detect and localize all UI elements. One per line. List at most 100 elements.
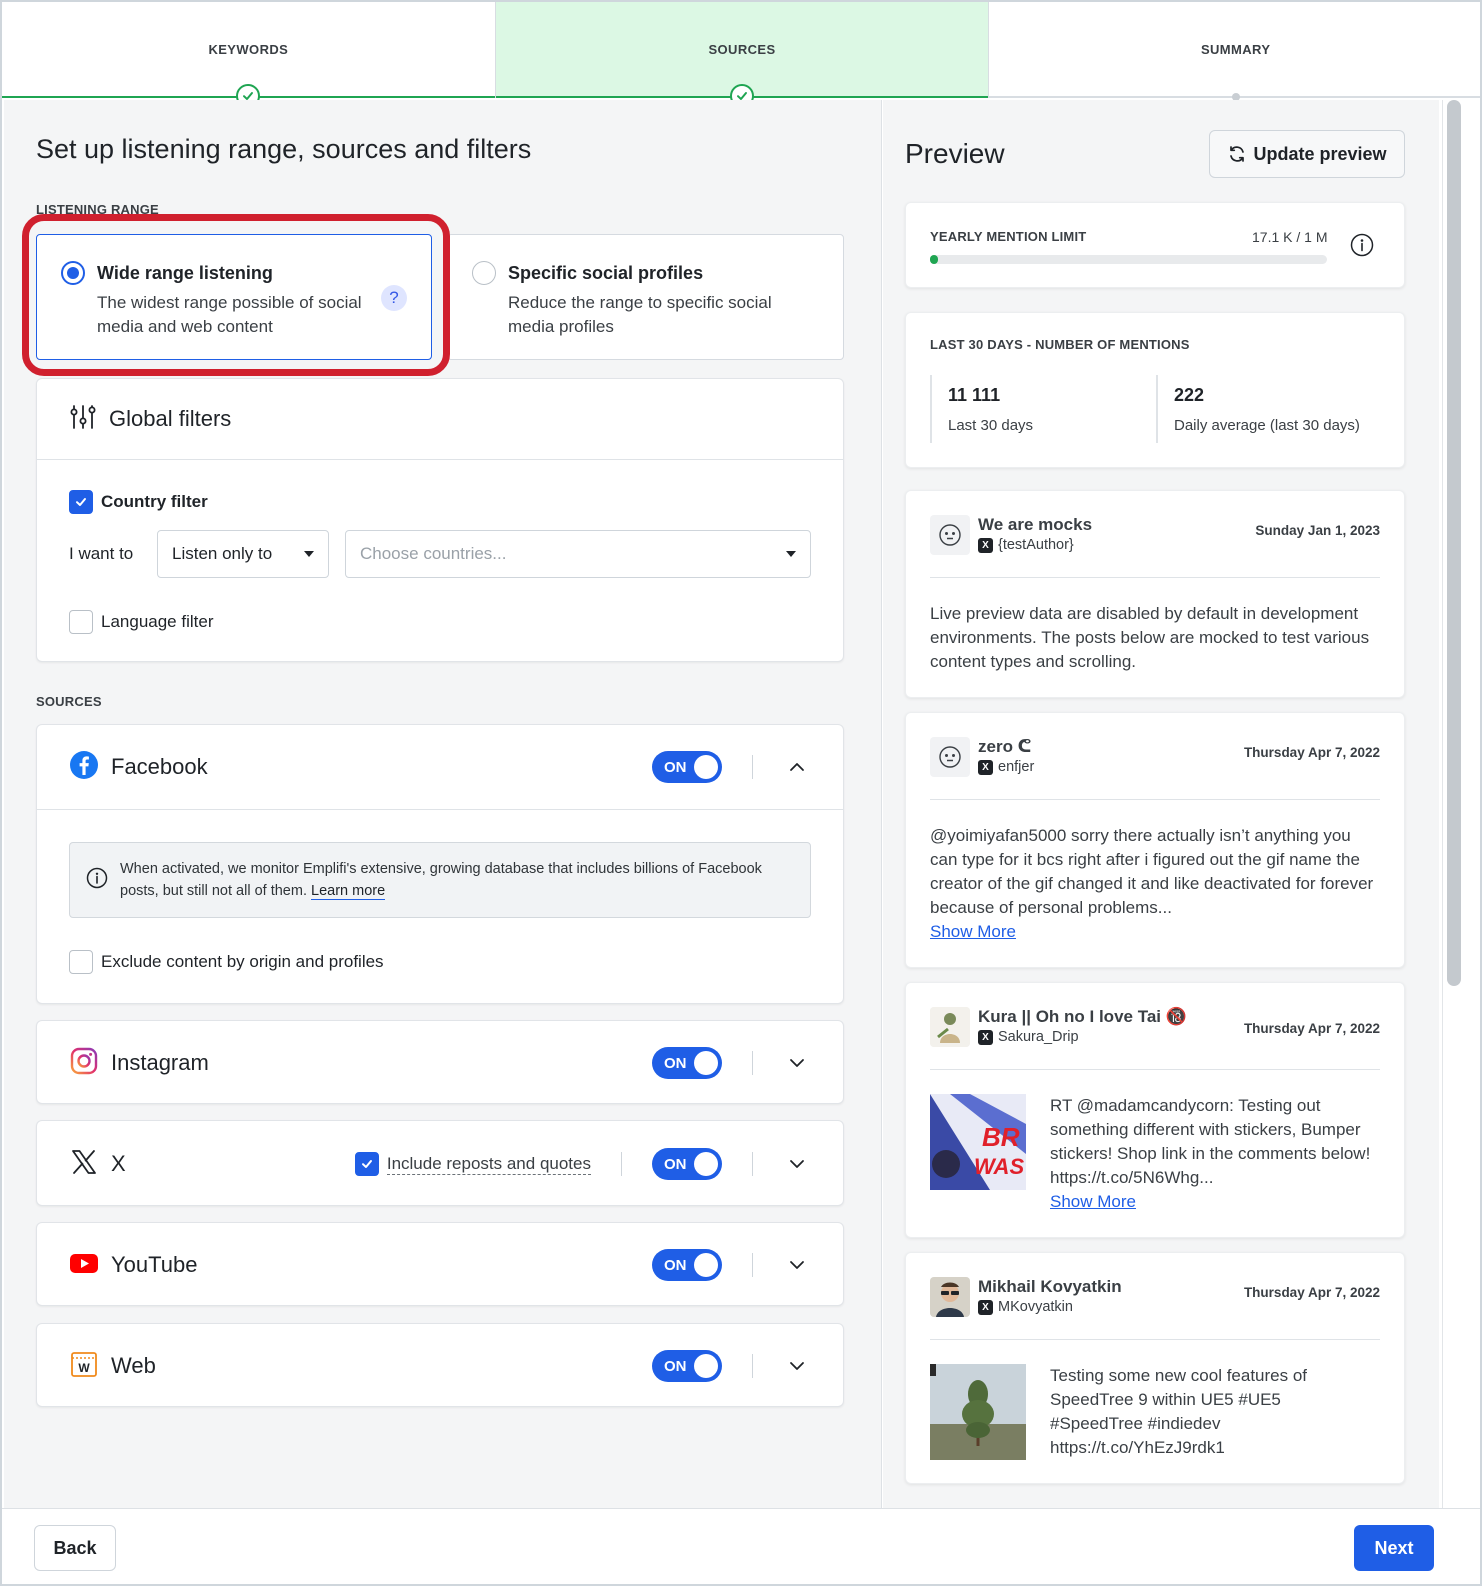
post-media-thumbnail[interactable] <box>930 1364 1026 1460</box>
post-author: We are mocks X {testAuthor} <box>978 515 1255 553</box>
language-filter-row[interactable]: Language filter <box>37 578 843 634</box>
language-filter-checkbox[interactable] <box>69 610 93 634</box>
handle-text: MKovyatkin <box>998 1299 1073 1315</box>
source-card-facebook: Facebook ON When activated, we monitor E… <box>36 724 844 1004</box>
global-filters-card: Global filters Country filter I want to … <box>36 378 844 662</box>
post-content: BR WAS RT @madamcandycorn: Testing out so… <box>906 1070 1404 1214</box>
svg-text:WAS: WAS <box>974 1154 1024 1179</box>
avatar-placeholder-icon <box>930 737 970 777</box>
post-text: Live preview data are disabled by defaul… <box>930 604 1370 671</box>
exclude-content-checkbox[interactable] <box>69 950 93 974</box>
post-header: Kura || Oh no I love Tai 🔞 X Sakura_Drip … <box>906 983 1404 1047</box>
toggle-label: ON <box>664 1054 687 1072</box>
post-author: zero ᕦ Xenfjer <box>978 737 1244 775</box>
update-preview-label: Update preview <box>1253 143 1387 164</box>
x-badge-icon: X <box>978 759 993 775</box>
step-sources[interactable]: SOURCES <box>494 2 989 108</box>
post-header: zero ᕦ Xenfjer Thursday Apr 7, 2022 <box>906 713 1404 777</box>
post-text: Testing some new cool features of SpeedT… <box>1050 1366 1308 1457</box>
chevron-down-icon[interactable] <box>783 1150 811 1178</box>
preview-panel[interactable]: Preview Update preview YEARLY MENTION LI… <box>883 100 1439 1508</box>
web-title: Web <box>111 1353 156 1378</box>
settings-panel[interactable]: Set up listening range, sources and filt… <box>4 100 882 1508</box>
show-more-link[interactable]: Show More <box>1050 1192 1136 1211</box>
range-option-title: Specific social profiles <box>508 263 704 283</box>
post-card[interactable]: zero ᕦ Xenfjer Thursday Apr 7, 2022 @yoi… <box>905 712 1405 968</box>
web-header[interactable]: W Web ON <box>37 1324 843 1408</box>
back-button[interactable]: Back <box>34 1525 116 1571</box>
country-filter-label: Country filter <box>101 492 208 511</box>
post-card[interactable]: We are mocks X {testAuthor} Sunday Jan 1,… <box>905 490 1405 698</box>
step-keywords[interactable]: KEYWORDS <box>2 2 495 108</box>
preview-title: Preview <box>905 138 1005 169</box>
instagram-header[interactable]: Instagram ON <box>37 1021 843 1105</box>
x-badge-icon: X <box>978 1029 993 1045</box>
author-name: We are mocks <box>978 515 1093 534</box>
listen-mode-value: Listen only to <box>172 544 273 563</box>
facebook-header[interactable]: Facebook ON <box>37 725 843 809</box>
country-filter-row[interactable]: Country filter <box>37 460 843 514</box>
next-button[interactable]: Next <box>1354 1525 1434 1571</box>
post-card[interactable]: Mikhail Kovyatkin X MKovyatkin Thursday A… <box>905 1252 1405 1484</box>
instagram-icon <box>69 1046 99 1081</box>
toggle-label: ON <box>664 1357 687 1375</box>
listen-mode-select[interactable]: Listen only to <box>157 530 329 578</box>
country-filter-checkbox[interactable] <box>69 490 93 514</box>
source-card-youtube: YouTube ON <box>36 1222 844 1306</box>
instagram-title: Instagram <box>111 1050 209 1075</box>
post-card[interactable]: Kura || Oh no I love Tai 🔞 X Sakura_Drip … <box>905 982 1405 1238</box>
facebook-icon <box>69 750 99 785</box>
source-card-x: X Include reposts and quotes ON <box>36 1120 844 1206</box>
preview-scrollbar[interactable] <box>1442 100 1466 1508</box>
chevron-down-icon[interactable] <box>783 1049 811 1077</box>
update-preview-button[interactable]: Update preview <box>1209 130 1405 178</box>
show-more-link[interactable]: Show More <box>930 922 1016 941</box>
divider <box>37 809 843 810</box>
post-content: Testing some new cool features of SpeedT… <box>906 1340 1404 1460</box>
specific-profiles-radio[interactable] <box>472 261 496 285</box>
yearly-limit-progress <box>930 255 1327 264</box>
author-handle: X Sakura_Drip <box>978 1029 1244 1045</box>
mentions-label: LAST 30 DAYS - NUMBER OF MENTIONS <box>930 337 1190 352</box>
youtube-toggle[interactable]: ON <box>652 1249 722 1281</box>
facebook-toggle[interactable]: ON <box>652 751 722 783</box>
chevron-down-icon[interactable] <box>783 1352 811 1380</box>
post-author: Mikhail Kovyatkin X MKovyatkin <box>978 1277 1244 1315</box>
post-text: @yoimiyafan5000 sorry there actually isn… <box>906 800 1404 944</box>
post-header: Mikhail Kovyatkin X MKovyatkin Thursday A… <box>906 1253 1404 1317</box>
x-badge-icon: X <box>978 1299 993 1315</box>
yearly-limit-value: 17.1 K / 1 M <box>1252 229 1328 245</box>
x-header[interactable]: X Include reposts and quotes ON <box>37 1121 843 1207</box>
info-icon[interactable] <box>1350 233 1374 262</box>
avatar-placeholder-icon <box>930 515 970 555</box>
toggle-knob <box>694 755 718 779</box>
post-media-thumbnail[interactable]: BR WAS <box>930 1094 1026 1190</box>
global-filters-title: Global filters <box>109 406 232 431</box>
mentions-total-caption: Last 30 days <box>948 417 1034 434</box>
toggle-knob <box>694 1253 718 1277</box>
author-handle: Xenfjer <box>978 759 1244 775</box>
post-date: Sunday Jan 1, 2023 <box>1255 523 1380 538</box>
youtube-header[interactable]: YouTube ON <box>37 1223 843 1307</box>
highlight-annotation <box>22 214 450 376</box>
post-date: Thursday Apr 7, 2022 <box>1243 1021 1380 1036</box>
caret-down-icon <box>304 551 314 557</box>
i-want-to-label: I want to <box>69 544 134 563</box>
countries-select[interactable]: Choose countries... <box>345 530 811 578</box>
range-option-specific[interactable]: Specific social profiles Reduce the rang… <box>447 234 844 360</box>
instagram-toggle[interactable]: ON <box>652 1047 722 1079</box>
toggle-label: ON <box>664 1155 687 1173</box>
source-card-web: W Web ON <box>36 1323 844 1407</box>
chevron-up-icon[interactable] <box>783 753 811 781</box>
mentions-avg-caption: Daily average (last 30 days) <box>1174 417 1360 434</box>
step-summary[interactable]: SUMMARY <box>988 2 1480 101</box>
exclude-content-row[interactable]: Exclude content by origin and profiles <box>37 918 843 974</box>
learn-more-link[interactable]: Learn more <box>311 883 386 900</box>
web-toggle[interactable]: ON <box>652 1350 722 1382</box>
scrollbar-thumb[interactable] <box>1447 100 1461 986</box>
chevron-down-icon[interactable] <box>783 1251 811 1279</box>
include-reposts-checkbox[interactable] <box>354 1152 379 1176</box>
sliders-icon <box>69 403 97 436</box>
divider <box>1156 375 1158 443</box>
x-toggle[interactable]: ON <box>652 1148 722 1180</box>
